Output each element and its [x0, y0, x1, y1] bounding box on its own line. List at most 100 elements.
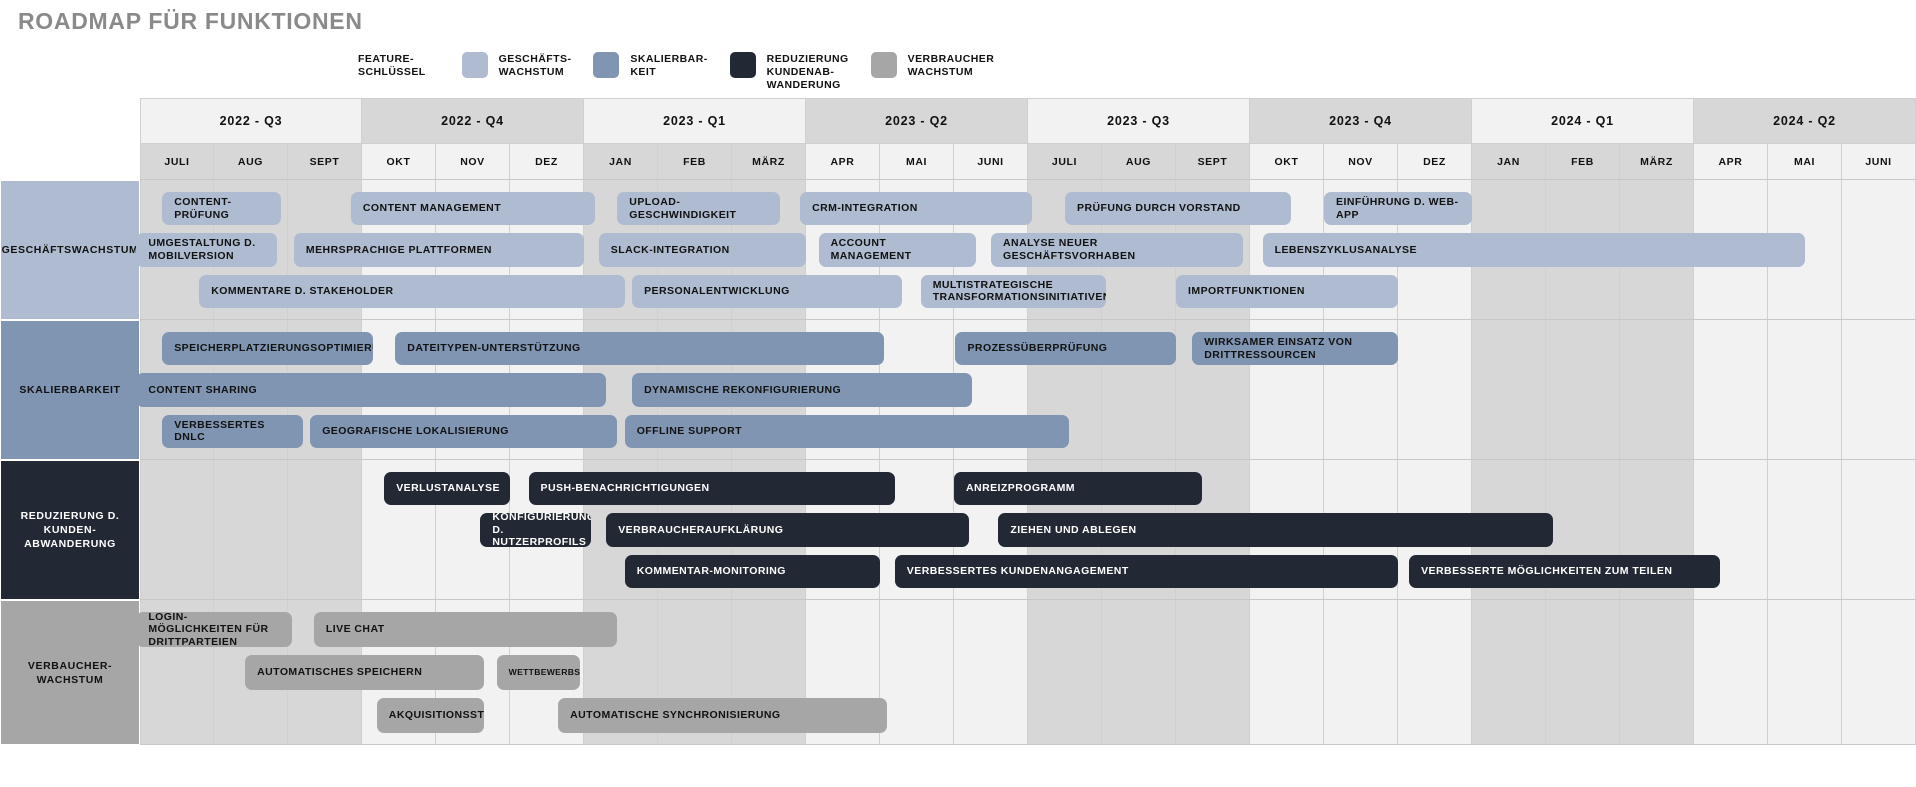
month-header-cell: APR: [806, 143, 880, 180]
gantt-bar[interactable]: PROZESSÜBERPRÜFUNG: [955, 332, 1176, 366]
gantt-bar[interactable]: PRÜFUNG DURCH VORSTAND: [1065, 192, 1291, 226]
gantt-bar[interactable]: VERBESSERTES KUNDENANGAGEMENT: [894, 554, 1398, 588]
gantt-bar[interactable]: KOMMENTARE D. STAKEHOLDER: [199, 274, 625, 308]
month-header-cell: NOV: [436, 143, 510, 180]
gantt-bar[interactable]: LOGIN-MÖGLICHKEITEN FÜR DRITTPARTEIEN: [136, 612, 292, 647]
month-header-cell: JAN: [1472, 143, 1546, 180]
grid-column: [1768, 600, 1842, 744]
quarter-header-cell: 2022 - Q3: [140, 98, 362, 143]
grid-column: [1324, 600, 1398, 744]
quarter-header-cell: 2023 - Q1: [584, 98, 806, 143]
quarter-header-cell: 2024 - Q1: [1472, 98, 1694, 143]
grid-column: [214, 460, 288, 599]
gantt-bar[interactable]: VERLUSTANALYSE: [384, 472, 510, 506]
month-header-cell: JULI: [1028, 143, 1102, 180]
swimlane-container: GESCHÄFTSWACHSTUM CONTENT-PRÜFUNG CONTENT …: [0, 180, 1916, 745]
month-header-cell: APR: [1694, 143, 1768, 180]
gantt-bar[interactable]: CRM-INTEGRATION: [800, 192, 1032, 226]
gantt-bar[interactable]: DYNAMISCHE REKONFIGURIERUNG: [632, 373, 973, 407]
gantt-bar[interactable]: MULTISTRATEGISCHE TRANSFORMATIONSINITIAT…: [920, 274, 1106, 308]
month-header-row: JULI AUG SEPT OKT NOV DEZ JAN FEB MÄRZ APR MAI JUNI…: [140, 143, 1916, 180]
grid-column: [1842, 180, 1916, 319]
gantt-bar[interactable]: MEHRSPRACHIGE PLATTFORMEN: [293, 233, 584, 267]
month-header-cell: NOV: [1324, 143, 1398, 180]
gantt-bar[interactable]: GEOGRAFISCHE LOKALISIERUNG: [310, 414, 618, 448]
gantt-bar[interactable]: CONTENT-PRÜFUNG: [162, 192, 281, 226]
month-header-cell: FEB: [658, 143, 732, 180]
gantt-bar[interactable]: UPLOAD-GESCHWINDIGKEIT: [617, 192, 781, 226]
month-header-cell: DEZ: [1398, 143, 1472, 180]
page-title: ROADMAP FÜR FUNKTIONEN: [18, 8, 363, 34]
gantt-bar[interactable]: VERBESSERTE MÖGLICHKEITEN ZUM TEILEN: [1409, 554, 1720, 588]
gantt-bar[interactable]: KONFIGURIERUNG D. NUTZERPROFILS: [480, 513, 592, 547]
gantt-bar[interactable]: WETTBEWERBSANALYSE: [496, 655, 581, 690]
swimlane-label: REDUZIERUNG D. KUNDEN- ABWANDERUNG: [0, 460, 140, 600]
grid-column: [1176, 600, 1250, 744]
gantt-bar[interactable]: AKQUISITIONSSTRATEGIE: [376, 698, 485, 733]
gantt-bar[interactable]: SPEICHERPLATZIERUNGSOPTIMIERUNG: [162, 332, 374, 366]
grid-column: [1472, 320, 1546, 459]
swimlane-body: VERLUSTANALYSE PUSH-BENACHRICHTIGUNGEN ANR…: [140, 460, 1916, 600]
grid-column: [1694, 320, 1768, 459]
grid-column: [1768, 460, 1842, 599]
month-header-cell: MAI: [1768, 143, 1842, 180]
swimlane-label: SKALIERBARKEIT: [0, 320, 140, 460]
gantt-bar[interactable]: UMGESTALTUNG D. MOBILVERSION: [136, 233, 277, 267]
gantt-bar[interactable]: SLACK-INTEGRATION: [598, 233, 806, 267]
gantt-bar[interactable]: AUTOMATISCHES SPEICHERN: [245, 655, 485, 690]
month-header-cell: SEPT: [1176, 143, 1250, 180]
grid-column: [1398, 320, 1472, 459]
grid-column: [1398, 600, 1472, 744]
gantt-bar[interactable]: ZIEHEN UND ABLEGEN: [998, 513, 1554, 547]
month-header-cell: OKT: [362, 143, 436, 180]
gantt-bar[interactable]: CONTENT SHARING: [136, 373, 607, 407]
grid-column: [140, 460, 214, 599]
month-header-cell: AUG: [1102, 143, 1176, 180]
gantt-bar[interactable]: PUSH-BENACHRICHTIGUNGEN: [528, 472, 895, 506]
grid-column: [1546, 320, 1620, 459]
gantt-bar[interactable]: LEBENSZYKLUSANALYSE: [1262, 233, 1805, 267]
grid-column: [880, 600, 954, 744]
gantt-bar[interactable]: WIRKSAMER EINSATZ VON DRITTRESSOURCEN: [1192, 332, 1398, 366]
gantt-bar[interactable]: IMPORTFUNKTIONEN: [1176, 274, 1398, 308]
gantt-chart: 2022 - Q3 2022 - Q4 2023 - Q1 2023 - Q2 2023…: [0, 98, 1916, 745]
swimlane: VERBAUCHER- WACHSTUM LOGIN-MÖGLICHKEITEN …: [0, 600, 1916, 745]
month-header-cell: SEPT: [288, 143, 362, 180]
grid-column: [1842, 460, 1916, 599]
month-header-cell: MÄRZ: [732, 143, 806, 180]
swimlane-body: CONTENT-PRÜFUNG CONTENT MANAGEMENT UPLOAD-…: [136, 180, 1916, 320]
swimlane-body: SPEICHERPLATZIERUNGSOPTIMIERUNG DATEITYPE…: [136, 320, 1916, 460]
gantt-bar[interactable]: DATEITYPEN-UNTERSTÜTZUNG: [395, 332, 884, 366]
grid-column: [954, 600, 1028, 744]
gantt-bar[interactable]: AUTOMATISCHE SYNCHRONISIERUNG: [558, 698, 888, 733]
gantt-bar[interactable]: OFFLINE SUPPORT: [624, 414, 1069, 448]
month-header-cell: MÄRZ: [1620, 143, 1694, 180]
legend-item-label: GESCHÄFTS- WACHSTUM: [498, 53, 572, 78]
gantt-bar[interactable]: VERBRAUCHERAUFKLÄRUNG: [606, 513, 969, 547]
quarter-header-cell: 2022 - Q4: [362, 98, 584, 143]
swimlane-label: VERBAUCHER- WACHSTUM: [0, 600, 140, 745]
swimlane: SKALIERBARKEIT SPEICHERPLATZIERUNGSOPTIMI…: [0, 320, 1916, 460]
month-header-cell: JAN: [584, 143, 658, 180]
grid-column: [1472, 600, 1546, 744]
gantt-bar[interactable]: PERSONALENTWICKLUNG: [632, 274, 903, 308]
swimlane-body: LOGIN-MÖGLICHKEITEN FÜR DRITTPARTEIEN LIV…: [136, 600, 1916, 745]
quarter-header-cell: 2023 - Q4: [1250, 98, 1472, 143]
quarter-header-cell: 2024 - Q2: [1694, 98, 1916, 143]
grid-column: [1768, 320, 1842, 459]
quarter-header-row: 2022 - Q3 2022 - Q4 2023 - Q1 2023 - Q2 2023…: [140, 98, 1916, 143]
gantt-bar[interactable]: ANREIZPROGRAMM: [954, 472, 1202, 506]
gantt-bar[interactable]: EINFÜHRUNG D. WEB-APP: [1324, 192, 1472, 226]
gantt-bar[interactable]: VERBESSERTES DNLC: [162, 414, 303, 448]
gantt-bar[interactable]: CONTENT MANAGEMENT: [350, 192, 596, 226]
legend: FEATURE- SCHLÜSSEL GESCHÄFTS- WACHSTUM SK…: [358, 52, 1016, 92]
month-header-cell: JUNI: [1842, 143, 1916, 180]
gantt-bar[interactable]: KOMMENTAR-MONITORING: [624, 554, 880, 588]
legend-item: VERBRAUCHER WACHSTUM: [870, 52, 995, 79]
grid-column: [1250, 600, 1324, 744]
gantt-bar[interactable]: LIVE CHAT: [313, 612, 618, 647]
month-header-cell: OKT: [1250, 143, 1324, 180]
gantt-bar[interactable]: ANALYSE NEUER GESCHÄFTSVORHABEN: [991, 233, 1243, 267]
month-header-cell: MAI: [880, 143, 954, 180]
gantt-bar[interactable]: ACCOUNT MANAGEMENT: [818, 233, 977, 267]
